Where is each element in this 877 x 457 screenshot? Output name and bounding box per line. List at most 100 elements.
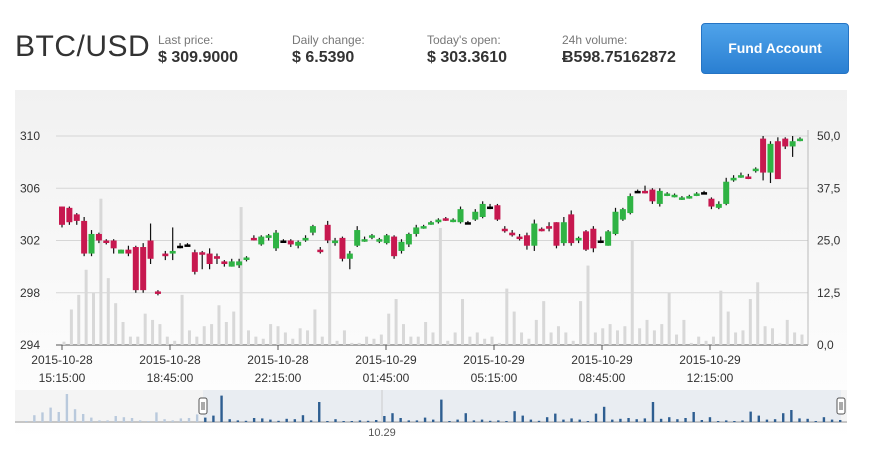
volume-bar: [468, 336, 472, 345]
candle-body: [177, 245, 184, 249]
navigator-bar: [277, 420, 280, 422]
candle-body: [154, 291, 161, 294]
candle-body: [782, 138, 789, 147]
volume-bar: [409, 336, 413, 345]
candle-body: [708, 198, 715, 207]
navigator-bar: [65, 394, 69, 422]
navigator-bar: [659, 418, 663, 422]
volume-bar: [579, 301, 583, 345]
volume-bar: [564, 332, 568, 345]
navigator-bar: [480, 419, 484, 422]
navigator-bar: [440, 399, 443, 422]
candle-body: [309, 226, 316, 233]
candle-body: [265, 235, 272, 238]
navigator-bar: [627, 418, 630, 422]
volume-bar: [542, 301, 546, 345]
candle-body: [560, 222, 567, 244]
volume-bar: [99, 198, 103, 345]
navigator-bar: [472, 420, 476, 422]
candle-body: [361, 239, 368, 242]
x-tick-label-time: 08:45:00: [579, 371, 626, 385]
navigator-bar: [423, 417, 427, 422]
navigator-bar: [432, 419, 435, 422]
candle-body: [538, 228, 545, 232]
candle-body: [280, 240, 287, 243]
candle-body: [59, 206, 65, 225]
candle-body: [332, 240, 339, 244]
navigator-bar: [147, 421, 150, 422]
navigator-bar: [391, 413, 394, 422]
navigator-bar: [798, 418, 801, 422]
navigator-bar: [806, 418, 809, 422]
volume-bar: [438, 227, 442, 345]
x-tick-label-date: 2015-10-29: [355, 353, 417, 367]
volume-bar: [158, 324, 162, 345]
candle-body: [302, 237, 309, 241]
navigator-bar: [773, 419, 777, 422]
navigator-bar: [407, 420, 410, 422]
candle-body: [737, 175, 744, 178]
navigator-bar: [195, 414, 199, 422]
volume-bar: [527, 338, 531, 345]
navigator-bar: [839, 420, 842, 422]
navigator-bar: [790, 410, 793, 422]
candle-body: [346, 253, 353, 259]
candle-body: [287, 240, 294, 245]
candle-body: [258, 236, 265, 245]
volume-bar: [276, 326, 280, 345]
x-tick-label-date: 2015-10-28: [31, 353, 93, 367]
navigator-bar: [578, 419, 581, 422]
volume-bar: [623, 326, 627, 345]
candle-body: [199, 252, 206, 255]
navigator-bar: [619, 418, 622, 422]
navigator-bar: [383, 416, 386, 422]
candle-body: [767, 143, 774, 173]
candle-body: [464, 222, 471, 225]
navigator-bar: [562, 419, 565, 422]
navigator-bar: [155, 412, 158, 422]
volume-bar: [239, 207, 243, 345]
candle-body: [405, 233, 412, 245]
candle-body: [634, 190, 641, 194]
volume-bar: [298, 328, 302, 345]
navigator-bar: [725, 420, 728, 422]
volume-bar: [770, 328, 774, 345]
navigator-bar: [692, 412, 695, 422]
volume-bar: [387, 313, 391, 345]
navigator-bar: [399, 418, 402, 422]
volume-bar: [261, 338, 265, 345]
volume-bar: [357, 342, 361, 345]
volume-bar: [667, 292, 671, 345]
volume-bar: [556, 326, 560, 345]
volume-bar: [652, 330, 656, 345]
volume-bar: [92, 292, 96, 345]
navigator-bar: [505, 421, 508, 422]
navigator-bar: [570, 418, 573, 422]
y-tick-label-left: 306: [20, 181, 40, 195]
candle-body: [132, 247, 139, 291]
candle-body: [745, 176, 752, 179]
navigator-bar: [529, 419, 533, 422]
chart-background: [15, 90, 847, 442]
candle-body: [671, 194, 678, 198]
candle-body: [715, 203, 722, 208]
candle-body: [479, 203, 486, 217]
navigator-bar: [782, 413, 785, 422]
candle-body: [664, 193, 671, 196]
navigator-handle: [198, 397, 208, 415]
volume-bar: [534, 319, 538, 345]
candle-body: [774, 141, 781, 180]
candle-body: [339, 237, 346, 259]
candle-body: [147, 240, 154, 259]
navigator-bar: [375, 420, 378, 422]
candle-body: [140, 247, 147, 291]
navigator-bar: [358, 420, 362, 422]
navigator-bar: [326, 421, 329, 422]
candle-body: [376, 239, 383, 242]
candle-body: [103, 240, 110, 243]
navigator-bar: [611, 419, 614, 422]
candle-body: [420, 226, 427, 229]
navigator-bar: [187, 418, 191, 422]
volume-bar: [128, 336, 132, 345]
candle-body: [221, 261, 228, 265]
